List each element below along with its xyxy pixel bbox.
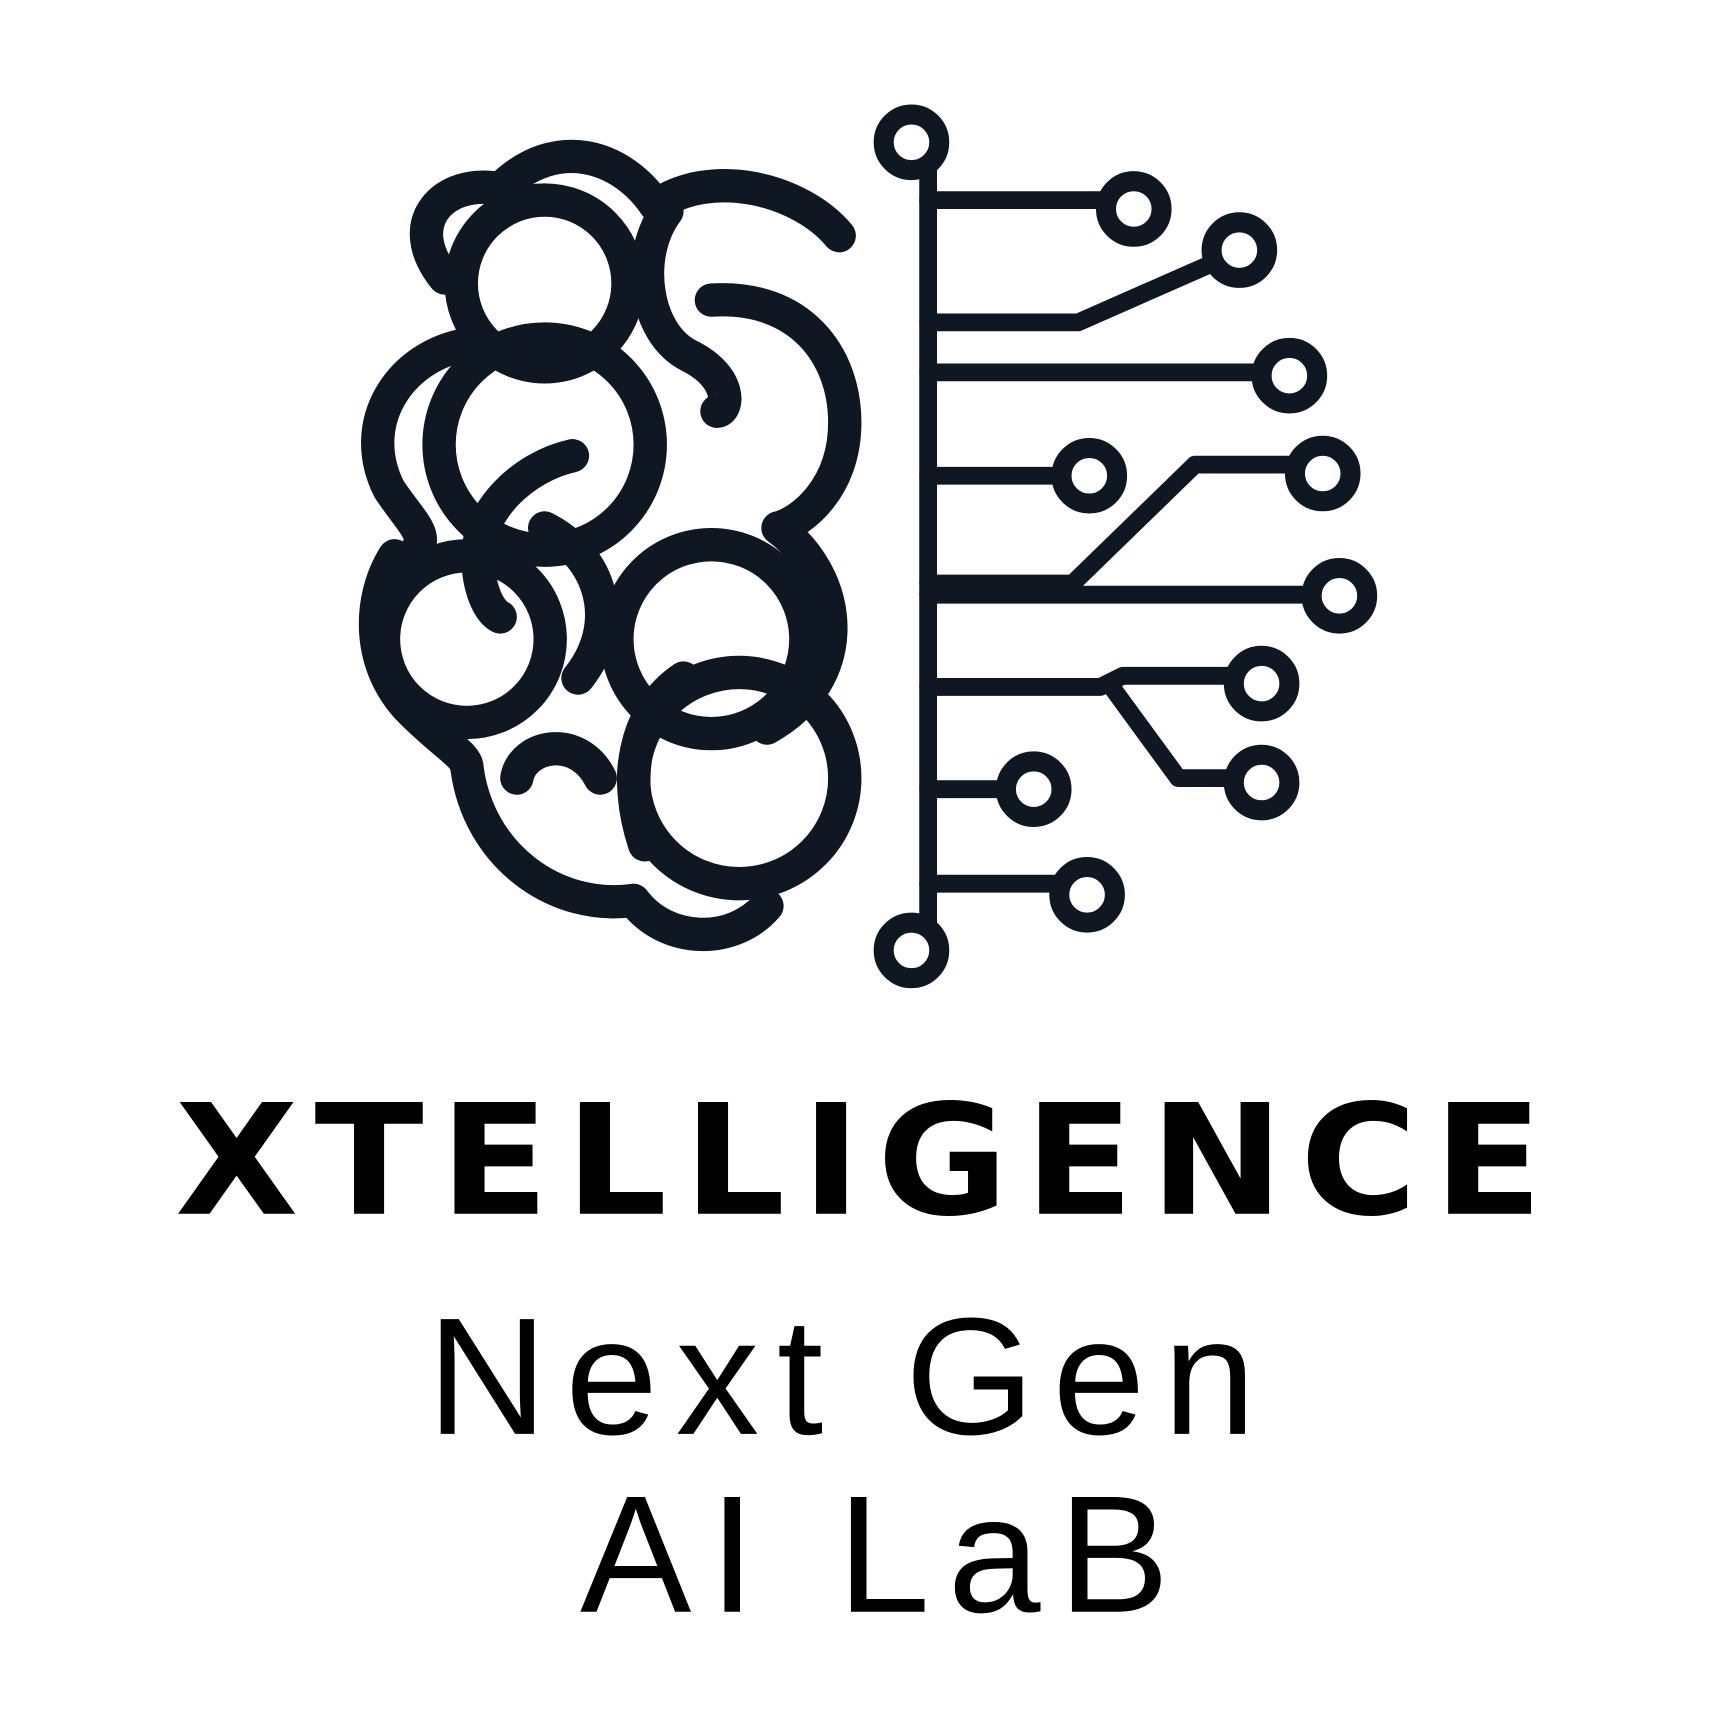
tagline-line-1: Next Gen	[427, 1284, 1274, 1470]
brain-icon	[358, 139, 862, 952]
logo: XTELLIGENCE Next Gen AI LaB	[175, 104, 1559, 1648]
circuit-icon	[873, 104, 1378, 989]
tagline-line-2: AI LaB	[580, 1462, 1187, 1648]
brand-name: XTELLIGENCE	[175, 1073, 1559, 1251]
